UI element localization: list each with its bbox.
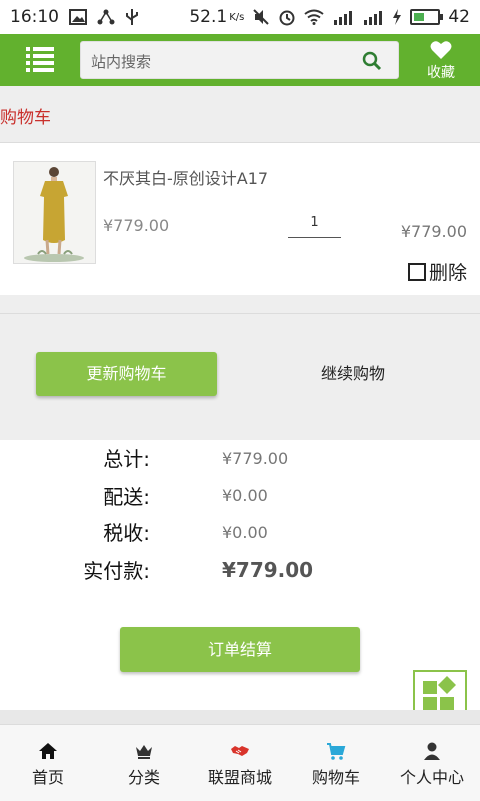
favorites-button[interactable]: 收藏	[418, 38, 464, 82]
cart-icon	[327, 743, 346, 760]
cart-item: 不厌其白-原创设计A17 ¥779.00 1 ¥779.00 删除	[0, 143, 480, 295]
shipping-value: ¥0.00	[222, 486, 268, 505]
checkout-button[interactable]: 订单结算	[120, 627, 360, 672]
menu-icon	[26, 47, 30, 51]
status-bar: 16:10 52.1 K/s 42	[0, 0, 480, 34]
handshake-icon	[231, 746, 249, 756]
subtotal-label: 总计:	[103, 447, 150, 471]
paid-value: ¥779.00	[222, 558, 314, 582]
subtotal-value: ¥779.00	[222, 449, 289, 468]
charging-icon	[393, 9, 402, 25]
search-input[interactable]: 站内搜索	[80, 41, 399, 79]
nav-profile-label: 个人中心	[399, 768, 464, 787]
tax-value: ¥0.00	[222, 523, 268, 542]
status-time: 16:10	[10, 7, 59, 27]
mute-icon	[253, 9, 270, 25]
signal-icon	[364, 11, 383, 25]
cart-actions: 更新购物车 继续购物	[0, 295, 480, 440]
divider	[0, 313, 480, 314]
image-icon	[69, 9, 87, 25]
tax-label: 税收:	[103, 521, 150, 545]
product-thumbnail[interactable]	[13, 161, 96, 264]
status-right: 52.1 K/s 42	[189, 7, 470, 27]
delete-label: 删除	[428, 262, 467, 284]
nav-category-label: 分类	[127, 768, 160, 787]
search-icon[interactable]	[362, 51, 382, 71]
wifi-icon	[304, 9, 324, 25]
battery-icon	[410, 9, 444, 25]
nav-profile[interactable]: 个人中心	[384, 725, 480, 801]
user-icon	[424, 742, 440, 760]
network-speed: 52.1	[189, 7, 228, 27]
nav-home-label: 首页	[31, 768, 64, 787]
nav-cart[interactable]: 购物车	[288, 725, 384, 801]
battery-level: 42	[448, 7, 470, 27]
bottom-nav: 首页 分类 联盟商城 购物车 个人中心	[0, 724, 480, 801]
alarm-icon	[279, 10, 295, 26]
continue-shopping-button[interactable]: 继续购物	[302, 352, 404, 396]
app-header: 站内搜索 收藏	[0, 34, 480, 86]
favorites-label: 收藏	[427, 65, 455, 81]
nav-alliance-mall[interactable]: 联盟商城	[192, 725, 288, 801]
shipping-label: 配送:	[103, 485, 150, 509]
nav-alliance-mall-label: 联盟商城	[207, 768, 272, 787]
search-placeholder: 站内搜索	[91, 53, 152, 71]
quantity-input[interactable]: 1	[288, 213, 341, 238]
title-band: 购物车	[0, 86, 480, 143]
usb-icon	[126, 9, 138, 25]
nav-cart-label: 购物车	[311, 768, 360, 787]
checkbox-icon[interactable]	[407, 262, 426, 281]
delete-checkbox[interactable]: 删除	[407, 258, 467, 285]
status-left: 16:10	[10, 7, 139, 27]
bottom-divider	[0, 710, 480, 724]
share-icon	[97, 9, 115, 25]
nav-category[interactable]: 分类	[96, 725, 192, 801]
crown-icon	[136, 745, 152, 759]
line-total: ¥779.00	[400, 222, 467, 241]
product-name[interactable]: 不厌其白-原创设计A17	[103, 165, 268, 189]
network-speed-unit: K/s	[229, 11, 245, 23]
home-icon	[39, 743, 57, 759]
menu-button[interactable]	[26, 46, 54, 72]
update-cart-button[interactable]: 更新购物车	[36, 352, 217, 396]
page-title: 购物车	[0, 108, 51, 128]
product-image	[14, 162, 95, 263]
signal-4g-icon	[334, 11, 353, 25]
unit-price: ¥779.00	[103, 216, 170, 235]
heart-icon	[430, 41, 452, 59]
paid-label: 实付款:	[83, 559, 150, 583]
nav-home[interactable]: 首页	[0, 725, 96, 801]
